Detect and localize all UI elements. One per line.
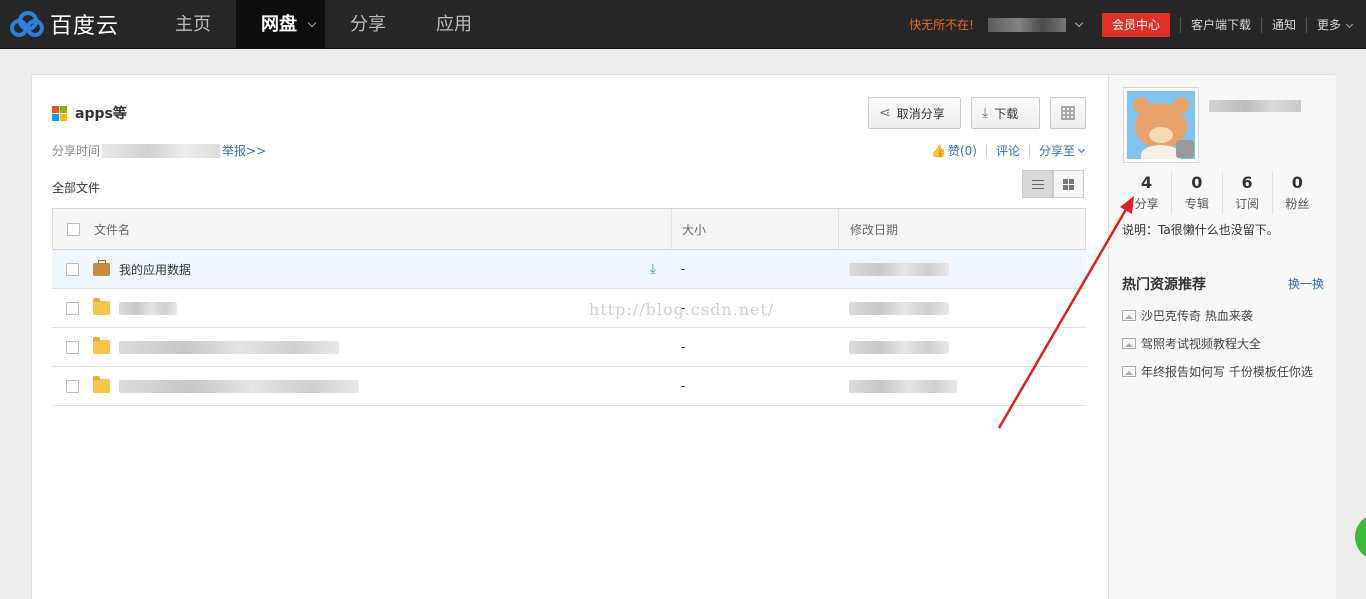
annotation-arrow	[997, 196, 1134, 429]
